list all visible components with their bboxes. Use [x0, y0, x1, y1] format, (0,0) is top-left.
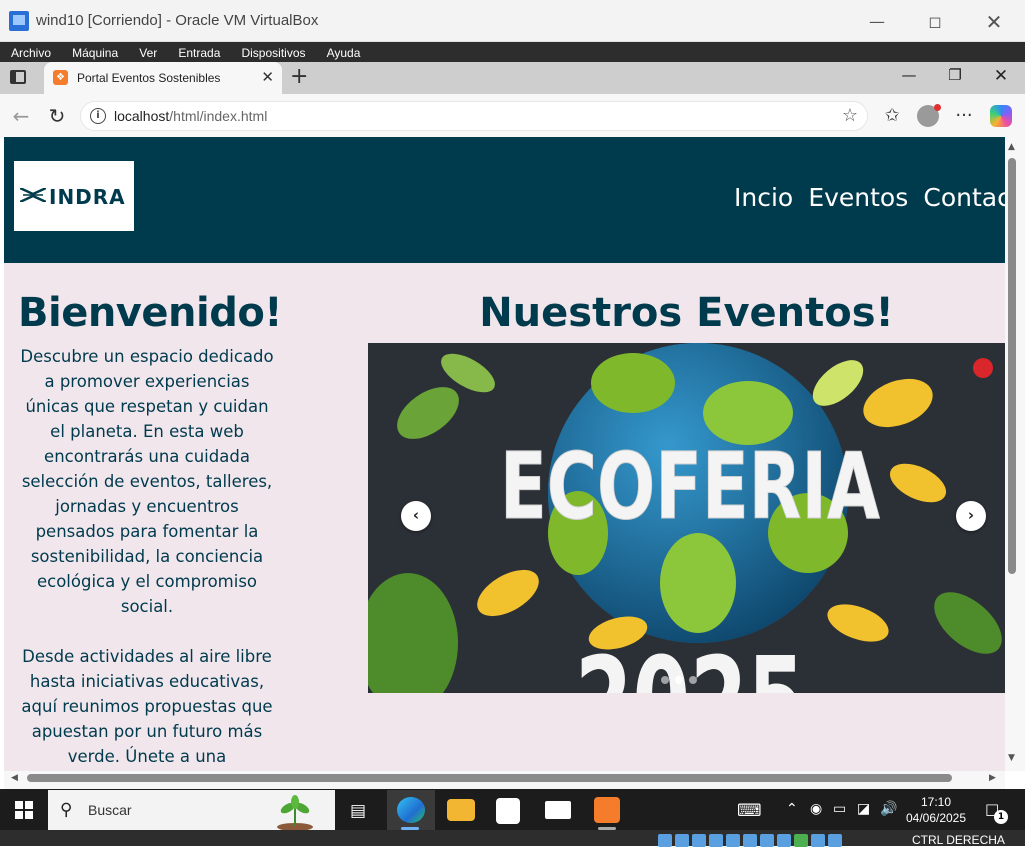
events-carousel[interactable]: ECOFERIA 2025 ‹ › [368, 343, 1005, 693]
taskbar-clock[interactable]: 17:10 04/06/2025 [904, 794, 968, 826]
volume-icon[interactable]: 🔊 [880, 801, 897, 817]
vertical-scroll-thumb[interactable] [1008, 158, 1016, 574]
back-icon[interactable]: ← [8, 104, 34, 128]
mail-icon[interactable] [545, 801, 571, 819]
menu-ver[interactable]: Ver [123, 43, 157, 63]
store-icon[interactable] [496, 798, 520, 824]
search-highlight-plant-icon [277, 795, 313, 830]
maximize-button[interactable]: ◻ [912, 8, 958, 36]
audio-icon[interactable] [692, 834, 706, 847]
slide-title: ECOFERIA [500, 433, 880, 540]
url-path: /html/index.html [169, 108, 268, 124]
minimize-button[interactable]: — [854, 8, 900, 36]
usb-icon[interactable] [726, 834, 740, 847]
virtualbox-icon [9, 11, 29, 31]
carousel-indicator[interactable] [689, 676, 697, 684]
carousel-indicator[interactable] [661, 676, 669, 684]
optical-drive-icon[interactable] [675, 834, 689, 847]
tray-chevron-up-icon[interactable]: ⌃ [786, 801, 798, 817]
search-placeholder: Buscar [88, 802, 132, 818]
welcome-paragraph-2: Desde actividades al aire libre hasta in… [21, 647, 273, 766]
xampp-favicon-icon: ❖ [53, 70, 68, 85]
shared-folders-icon[interactable] [743, 834, 757, 847]
ecoferia-slide-image: ECOFERIA 2025 [368, 343, 1005, 693]
xampp-taskbar-icon[interactable] [594, 797, 620, 823]
keyboard-capture-icon[interactable] [828, 834, 842, 847]
display-icon[interactable] [760, 834, 774, 847]
favorites-icon[interactable]: ✩ [880, 104, 904, 128]
taskbar-search[interactable]: ⚲ Buscar [48, 790, 335, 830]
close-button[interactable]: ✕ [971, 8, 1017, 36]
cpu-activity-icon[interactable] [794, 834, 808, 847]
new-tab-icon[interactable]: + [290, 63, 308, 91]
scroll-left-arrow-icon[interactable]: ◀ [11, 773, 18, 783]
carousel-indicator[interactable] [675, 676, 683, 684]
nav-contacto[interactable]: Contact [923, 183, 1005, 212]
welcome-title: Bienvenido! [18, 290, 283, 336]
welcome-section: Bienvenido! Descubre un espacio dedicado… [18, 289, 283, 769]
url-text[interactable]: localhost/html/index.html [114, 108, 267, 124]
network-icon[interactable]: ◪ [857, 801, 870, 817]
virtualbox-menubar: Archivo Máquina Ver Entrada Dispositivos… [0, 42, 1025, 62]
recording-icon[interactable] [777, 834, 791, 847]
file-explorer-icon[interactable] [447, 799, 475, 821]
menu-archivo[interactable]: Archivo [0, 43, 51, 63]
site-info-icon[interactable]: i [90, 108, 106, 124]
clock-time: 17:10 [920, 795, 952, 809]
edge-taskbar-icon[interactable] [397, 797, 425, 823]
main-nav: Incio Eventos Contact [734, 183, 1005, 212]
menu-ayuda[interactable]: Ayuda [311, 43, 361, 63]
page-viewport: INDRA Incio Eventos Contact Bienvenido! … [4, 137, 1005, 771]
mouse-integration-icon[interactable] [811, 834, 825, 847]
profile-avatar[interactable] [917, 104, 941, 127]
hdd-icon[interactable] [658, 834, 672, 847]
scroll-down-arrow-icon[interactable]: ▼ [1008, 753, 1015, 763]
window-title: wind10 [Corriendo] - Oracle VM VirtualBo… [36, 12, 319, 29]
virtualbox-statusbar [0, 830, 1025, 846]
meet-now-icon[interactable]: ◉ [810, 801, 822, 817]
clock-date: 04/06/2025 [905, 811, 967, 825]
events-title: Nuestros Eventos! [479, 290, 894, 336]
welcome-paragraph-1: Descubre un espacio dedicado a promover … [20, 347, 274, 616]
notification-count-badge: 1 [994, 810, 1008, 824]
refresh-icon[interactable]: ↻ [44, 104, 70, 128]
more-options-icon[interactable]: ··· [952, 104, 976, 128]
tab-close-icon[interactable]: ✕ [261, 68, 274, 86]
menu-entrada[interactable]: Entrada [162, 43, 220, 63]
browser-restore-button[interactable]: ❐ [935, 66, 975, 84]
carousel-indicators [661, 669, 703, 688]
indra-logo-mark-icon [20, 188, 46, 202]
url-host: localhost [114, 108, 170, 124]
battery-icon[interactable]: ▭ [833, 801, 846, 817]
virtualbox-device-icons [658, 832, 845, 847]
logo-text: INDRA [49, 185, 126, 209]
menu-maquina[interactable]: Máquina [56, 43, 118, 63]
site-header: INDRA Incio Eventos Contact [4, 137, 1005, 263]
scroll-right-arrow-icon[interactable]: ▶ [989, 773, 996, 783]
search-icon: ⚲ [60, 800, 73, 820]
copilot-icon[interactable] [990, 105, 1012, 127]
browser-minimize-button[interactable]: — [889, 66, 929, 84]
menu-dispositivos[interactable]: Dispositivos [225, 43, 305, 63]
host-key-label: CTRL DERECHA [912, 833, 1005, 847]
keyboard-icon[interactable]: ⌨ [737, 801, 762, 821]
carousel-prev-button[interactable]: ‹ [401, 501, 431, 531]
tab-actions-icon[interactable] [10, 70, 26, 84]
network-adapter-icon[interactable] [709, 834, 723, 847]
tab-portal-eventos[interactable]: ❖ Portal Eventos Sostenibles ✕ [44, 62, 282, 94]
nav-inicio[interactable]: Incio [734, 183, 793, 212]
task-view-icon[interactable]: ▤ [350, 801, 366, 821]
tab-title: Portal Eventos Sostenibles [77, 71, 221, 85]
favorite-star-icon[interactable]: ☆ [842, 105, 858, 126]
horizontal-scroll-thumb[interactable] [27, 774, 952, 782]
windows-start-icon[interactable] [15, 801, 33, 819]
address-bar[interactable]: i localhost/html/index.html ☆ [80, 101, 868, 131]
nav-eventos[interactable]: Eventos [808, 183, 908, 212]
browser-close-button[interactable]: ✕ [981, 66, 1021, 86]
carousel-next-button[interactable]: › [956, 501, 986, 531]
scroll-up-arrow-icon[interactable]: ▲ [1008, 142, 1015, 152]
indra-logo[interactable]: INDRA [14, 161, 134, 231]
